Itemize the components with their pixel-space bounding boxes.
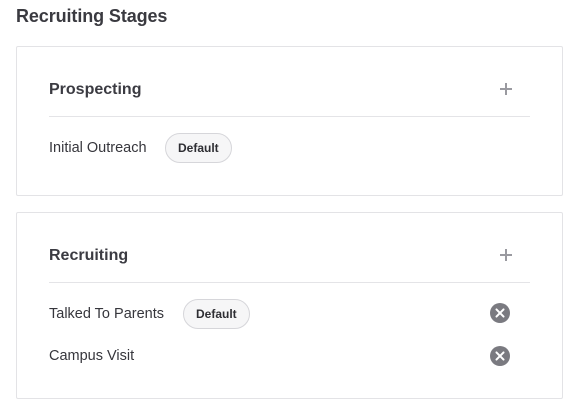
- stage-label: Talked To Parents: [49, 306, 164, 322]
- close-circle-icon[interactable]: [490, 303, 510, 323]
- stage-label: Initial Outreach: [49, 140, 147, 156]
- stage-group-prospecting: Prospecting Initial Outreach Default: [16, 46, 563, 196]
- stage-row: Campus Visit: [49, 341, 530, 371]
- plus-icon[interactable]: [498, 81, 514, 97]
- default-badge: Default: [165, 133, 232, 163]
- stage-group-header: Recruiting: [49, 213, 530, 283]
- stage-label: Campus Visit: [49, 348, 135, 364]
- stage-group-recruiting: Recruiting Talked To Parents Default Cam…: [16, 212, 563, 399]
- stage-row: Initial Outreach Default: [49, 133, 530, 163]
- stage-group-title: Recruiting: [49, 247, 129, 264]
- close-circle-icon[interactable]: [490, 346, 510, 366]
- page-title: Recruiting Stages: [16, 6, 168, 26]
- stage-row: Talked To Parents Default: [49, 299, 530, 329]
- stage-group-title: Prospecting: [49, 81, 142, 98]
- plus-icon[interactable]: [498, 247, 514, 263]
- stage-group-header: Prospecting: [49, 47, 530, 117]
- default-badge: Default: [183, 299, 250, 329]
